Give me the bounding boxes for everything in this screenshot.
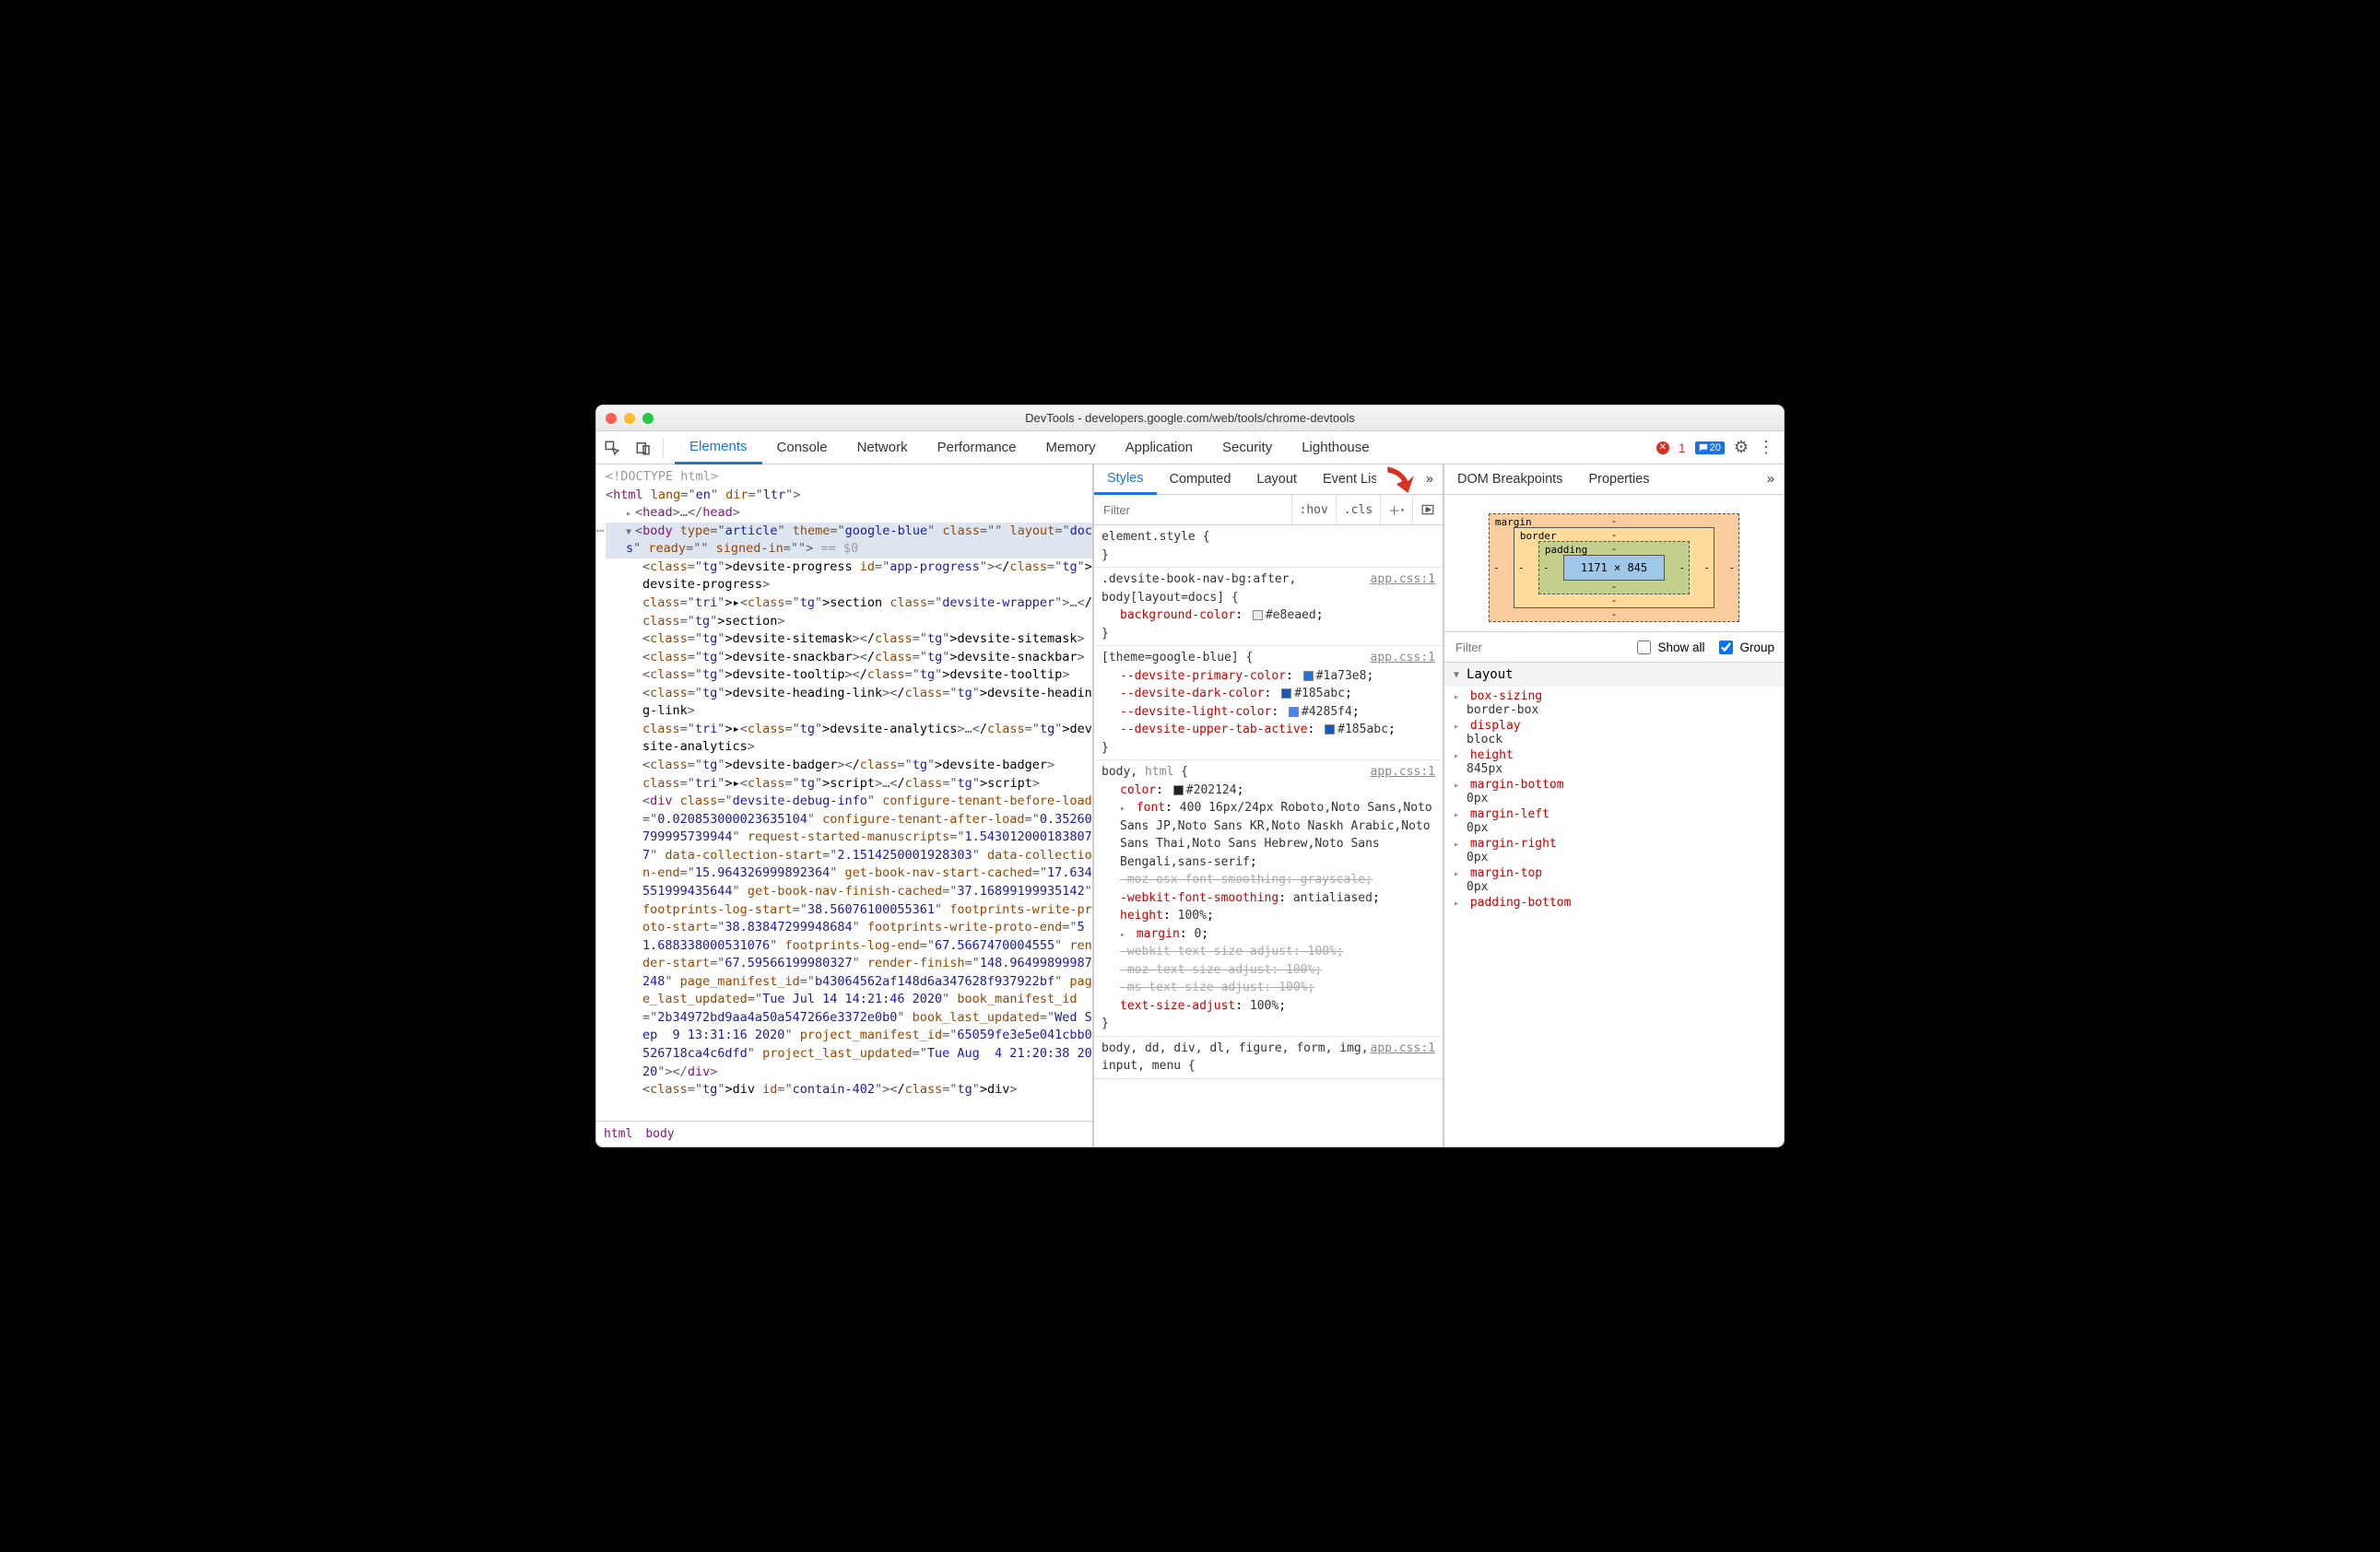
main-tab-security[interactable]: Security xyxy=(1208,431,1287,464)
styles-filter-input[interactable] xyxy=(1094,503,1291,517)
traffic-lights xyxy=(606,413,654,424)
window-titlebar: DevTools - developers.google.com/web/too… xyxy=(596,406,1784,431)
breadcrumb[interactable]: html body xyxy=(596,1121,1092,1146)
box-model[interactable]: margin - - - - border - - - - padding - xyxy=(1444,495,1784,631)
padding-top-val: - xyxy=(1611,543,1618,555)
main-tab-memory[interactable]: Memory xyxy=(1031,431,1110,464)
show-all-label: Show all xyxy=(1657,641,1704,654)
styles-panel: Styles Computed Layout Event Listeners »… xyxy=(1094,464,1444,1146)
main-tab-performance[interactable]: Performance xyxy=(923,431,1031,464)
device-toolbar-icon[interactable] xyxy=(628,431,659,464)
main-tab-console[interactable]: Console xyxy=(762,431,842,464)
styles-rules[interactable]: element.style {}app.css:1.devsite-book-n… xyxy=(1094,525,1443,1146)
cls-toggle[interactable]: .cls xyxy=(1336,495,1380,524)
computed-properties[interactable]: ▸ box-sizingborder-box▸ displayblock▸ he… xyxy=(1444,687,1784,1146)
settings-icon[interactable]: ⚙ xyxy=(1734,438,1749,457)
tab-styles[interactable]: Styles xyxy=(1094,464,1157,495)
main-tab-lighthouse[interactable]: Lighthouse xyxy=(1287,431,1384,464)
border-bottom-val: - xyxy=(1611,594,1618,606)
computed-panel-tabs: DOM Breakpoints Properties » xyxy=(1444,464,1784,495)
layout-section-label: Layout xyxy=(1467,667,1514,682)
border-top-val: - xyxy=(1611,529,1618,541)
main-tab-elements[interactable]: Elements xyxy=(675,431,762,464)
hov-toggle[interactable]: :hov xyxy=(1291,495,1336,524)
main-tab-network[interactable]: Network xyxy=(842,431,923,464)
dom-tree[interactable]: <!DOCTYPE html><html lang="en" dir="ltr"… xyxy=(596,464,1092,1121)
margin-right-val: - xyxy=(1729,562,1736,574)
computed-filter-row: Show all Group xyxy=(1444,631,1784,663)
inspect-element-icon[interactable] xyxy=(596,431,628,464)
styles-tabs: Styles Computed Layout Event Listeners » xyxy=(1094,464,1443,495)
show-all-toggle[interactable]: Show all xyxy=(1633,638,1704,657)
padding-left-val: - xyxy=(1543,562,1549,574)
elements-panel: <!DOCTYPE html><html lang="en" dir="ltr"… xyxy=(596,464,1094,1146)
margin-bottom-val: - xyxy=(1611,608,1618,620)
tabs-overflow-icon-2[interactable]: » xyxy=(1758,464,1784,494)
main-tab-application[interactable]: Application xyxy=(1111,431,1208,464)
padding-bottom-val: - xyxy=(1611,581,1618,593)
border-right-val: - xyxy=(1704,562,1711,574)
message-count: 20 xyxy=(1710,442,1721,453)
main-tabbar: ElementsConsoleNetworkPerformanceMemoryA… xyxy=(596,431,1784,464)
margin-top-val: - xyxy=(1611,515,1618,527)
breadcrumb-html[interactable]: html xyxy=(604,1127,632,1141)
tab-dom-breakpoints-2[interactable]: DOM Breakpoints xyxy=(1444,464,1575,494)
group-label: Group xyxy=(1739,641,1774,654)
annotation-arrow-icon xyxy=(1382,461,1417,500)
window-title: DevTools - developers.google.com/web/too… xyxy=(1025,411,1355,425)
margin-left-val: - xyxy=(1493,562,1500,574)
tab-event-listeners[interactable]: Event Listeners xyxy=(1310,464,1376,494)
more-icon[interactable]: ⋮ xyxy=(1758,438,1774,457)
error-badge[interactable]: ✕ xyxy=(1656,441,1669,454)
border-left-val: - xyxy=(1518,562,1525,574)
computed-panel: DOM Breakpoints Properties » margin - - … xyxy=(1444,464,1784,1146)
divider xyxy=(663,438,664,458)
close-window-button[interactable] xyxy=(606,413,617,424)
layout-section-header[interactable]: ▼Layout xyxy=(1444,663,1784,687)
message-badge[interactable]: 20 xyxy=(1695,441,1725,454)
content-size: 1171 × 845 xyxy=(1563,555,1665,581)
padding-right-val: - xyxy=(1679,562,1686,574)
maximize-window-button[interactable] xyxy=(642,413,654,424)
tab-layout[interactable]: Layout xyxy=(1243,464,1310,494)
tabs-overflow-icon[interactable]: » xyxy=(1417,464,1443,494)
devtools-window: DevTools - developers.google.com/web/too… xyxy=(595,405,1785,1147)
tab-computed[interactable]: Computed xyxy=(1157,464,1244,494)
error-count: 1 xyxy=(1679,441,1686,455)
computed-filter-input[interactable] xyxy=(1454,640,1622,655)
breadcrumb-body[interactable]: body xyxy=(645,1127,674,1141)
minimize-window-button[interactable] xyxy=(624,413,635,424)
tab-properties-2[interactable]: Properties xyxy=(1575,464,1662,494)
group-toggle[interactable]: Group xyxy=(1715,638,1774,657)
